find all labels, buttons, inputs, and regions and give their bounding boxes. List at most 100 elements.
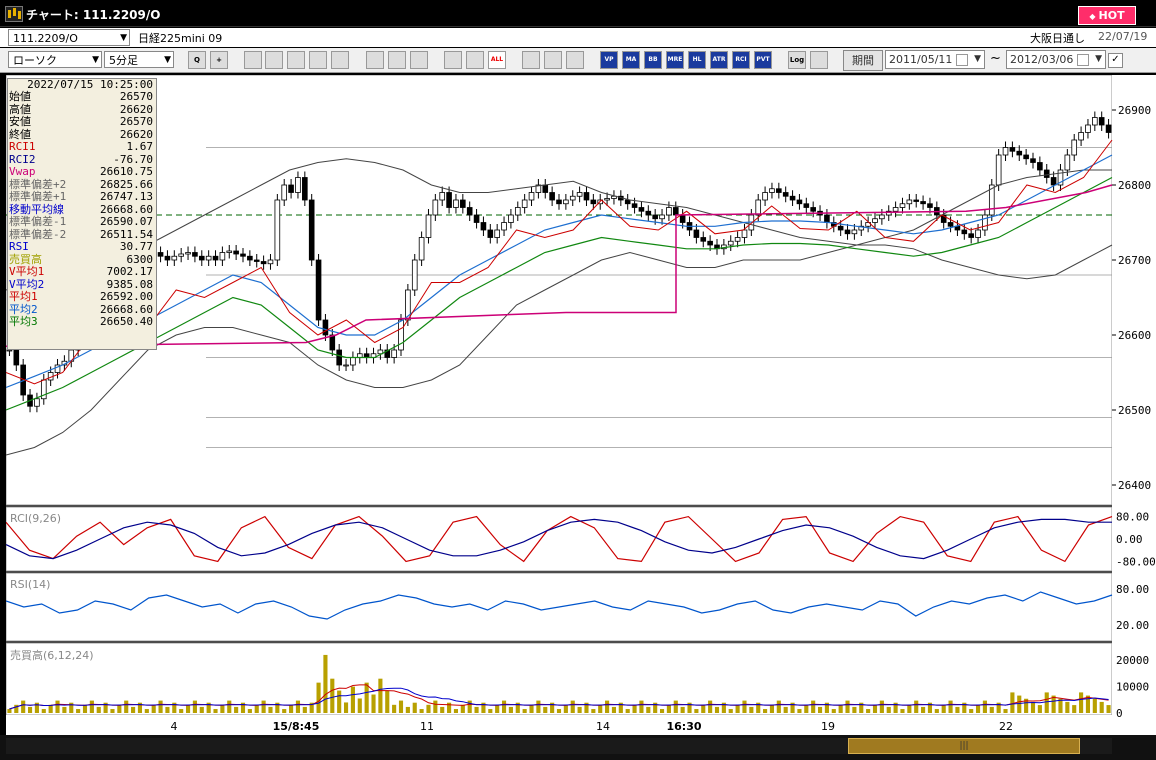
volume-bar — [405, 706, 410, 713]
volume-bar — [763, 709, 768, 713]
volume-bar — [872, 704, 878, 713]
volume-bar — [440, 706, 445, 713]
pencil-icon[interactable] — [366, 51, 384, 69]
candle-body — [906, 199, 913, 205]
volume-bar — [659, 709, 665, 713]
info-row: 安値 26570 — [8, 115, 156, 129]
candle-body — [844, 229, 851, 235]
volume-bar — [1044, 692, 1049, 713]
volume-bar — [680, 706, 685, 713]
zoom-in-icon[interactable] — [466, 51, 484, 69]
volume-bar — [1072, 705, 1077, 713]
chevron-down-icon[interactable]: ▼ — [120, 30, 127, 47]
candle-body — [494, 229, 500, 238]
color-icon[interactable] — [566, 51, 584, 69]
info-row-label: 平均1 — [9, 290, 38, 303]
candle-body — [700, 237, 707, 242]
period-button[interactable]: 期間 — [843, 50, 883, 71]
period-checkbox[interactable]: ✓ — [1108, 53, 1123, 68]
zoom-icon[interactable]: Q — [188, 51, 206, 69]
hl-icon[interactable]: HL — [688, 51, 706, 69]
volume-bar — [378, 678, 383, 713]
info-row-label: 安値 — [9, 115, 31, 128]
candle-body — [247, 255, 253, 261]
volume-bar — [728, 709, 733, 713]
chevron-down-icon[interactable]: ▼ — [164, 52, 171, 69]
title-bar: チャート: 111.2209/O HOT — [0, 0, 1156, 27]
interval-select[interactable]: 5分足 ▼ — [104, 51, 174, 68]
chevron-down-icon[interactable]: ▼ — [92, 52, 99, 69]
scale-icon[interactable] — [309, 51, 327, 69]
chevron-down-icon[interactable]: ▼ — [974, 51, 981, 68]
info-row: 始値 26570 — [8, 90, 156, 104]
candle-body — [336, 349, 342, 366]
candle-body — [879, 214, 885, 220]
volume-tick-label: 10000 — [1116, 681, 1149, 694]
volume-bar — [62, 706, 67, 713]
candle-body — [549, 192, 555, 201]
rci-icon[interactable]: RCI — [732, 51, 750, 69]
candle-body — [542, 184, 549, 193]
volume-bar — [536, 700, 541, 713]
crosshair-icon[interactable]: + — [210, 51, 228, 69]
scrollbar-thumb[interactable]: ||| — [848, 738, 1080, 754]
chart-type-select[interactable]: ローソク ▼ — [8, 51, 102, 68]
target-icon[interactable] — [265, 51, 283, 69]
candle-body — [645, 210, 652, 216]
date-to-field[interactable]: 2012/03/06 ▼ — [1006, 50, 1106, 69]
volume-bar — [488, 709, 493, 713]
info-row: V平均1 7002.17 — [8, 265, 156, 279]
grid-icon[interactable] — [287, 51, 305, 69]
chevron-down-icon[interactable]: ▼ — [1095, 51, 1102, 68]
volume-bar — [295, 700, 301, 713]
volume-bar — [811, 700, 816, 713]
vp-icon[interactable]: VP — [600, 51, 618, 69]
candle-body — [762, 192, 768, 201]
volume-bar — [495, 704, 500, 713]
candle-body — [322, 319, 329, 336]
candle-body — [782, 192, 789, 197]
hot-button[interactable]: HOT — [1078, 6, 1136, 25]
volume-bar — [398, 700, 404, 713]
volume-bar — [838, 704, 843, 713]
y-tick-label: 26500 — [1118, 404, 1151, 417]
volume-bar — [337, 690, 342, 713]
export-icon[interactable] — [810, 51, 828, 69]
settings-icon[interactable] — [522, 51, 540, 69]
candle-body — [439, 192, 446, 201]
calendar-icon[interactable] — [1077, 54, 1089, 66]
zoom-out-icon[interactable] — [444, 51, 462, 69]
symbol-select[interactable]: 111.2209/O ▼ — [8, 29, 130, 46]
candle-body — [192, 252, 198, 257]
volume-bar — [110, 709, 115, 713]
range-separator: ~ — [990, 51, 1001, 66]
chart-area[interactable]: 26900 26800 26700 26600 26500 26400 RCI(9,26) 8… — [6, 75, 1156, 735]
toolbar: ローソク ▼ 5分足 ▼ Q + ALL VP MA BB MRE HL ATR RCI PVT Lo… — [0, 48, 1156, 73]
cursor-icon[interactable] — [388, 51, 406, 69]
wrench-icon[interactable] — [544, 51, 562, 69]
info-icon[interactable] — [331, 51, 349, 69]
redo-icon[interactable] — [410, 51, 428, 69]
mre-icon[interactable]: MRE — [666, 51, 684, 69]
log-icon[interactable]: Log — [788, 51, 806, 69]
pvt-icon[interactable]: PVT — [754, 51, 772, 69]
ma-icon[interactable]: MA — [622, 51, 640, 69]
volume-bar — [1079, 692, 1084, 713]
all-icon[interactable]: ALL — [488, 51, 506, 69]
candle-body — [473, 214, 480, 223]
calendar-icon[interactable] — [956, 54, 968, 66]
date-from-field[interactable]: 2011/05/11 ▼ — [885, 50, 985, 69]
candle-tool-icon[interactable] — [244, 51, 262, 69]
volume-bar — [955, 706, 960, 713]
info-row-label: RCI1 — [9, 140, 36, 153]
info-row-value: 26590.07 — [100, 215, 153, 228]
candle-body — [233, 250, 239, 255]
volume-bar — [412, 702, 417, 713]
candle-body — [466, 207, 473, 216]
info-row-value: 26747.13 — [100, 190, 153, 203]
bb-icon[interactable]: BB — [644, 51, 662, 69]
volume-bar — [1065, 701, 1070, 713]
candle-body — [308, 199, 315, 261]
atr-icon[interactable]: ATR — [710, 51, 728, 69]
volume-bar — [131, 706, 136, 713]
